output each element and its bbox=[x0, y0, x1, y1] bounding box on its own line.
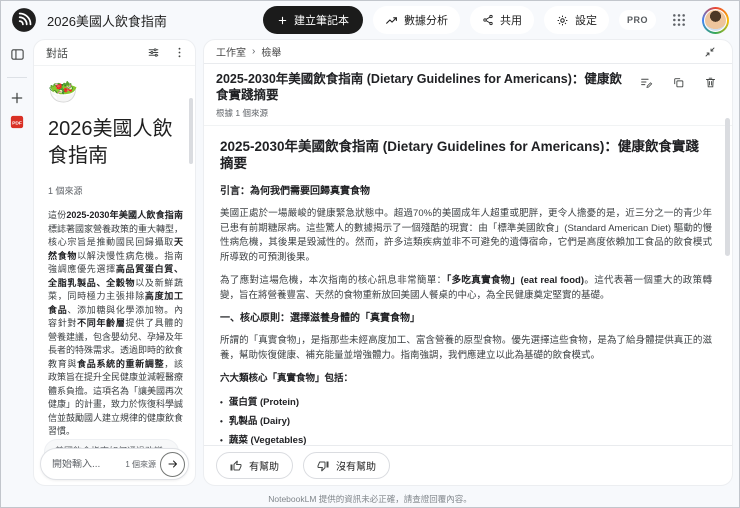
input-source-count: 1 個來源 bbox=[125, 459, 156, 469]
svg-text:PDF: PDF bbox=[12, 120, 22, 126]
not-helpful-label: 沒有幫助 bbox=[336, 462, 376, 473]
add-source-button[interactable] bbox=[9, 90, 25, 111]
notebooklm-logo-icon bbox=[11, 7, 37, 33]
share-label: 共用 bbox=[499, 15, 522, 27]
note-block-bullet: • 蔬菜 (Vegetables) bbox=[220, 434, 307, 446]
bullet-dot: • bbox=[220, 397, 223, 407]
helpful-label: 有幫助 bbox=[249, 462, 279, 473]
breadcrumb: 工作室 › 檢舉 bbox=[204, 40, 732, 64]
trending-up-icon bbox=[386, 16, 397, 24]
breadcrumb-studio[interactable]: 工作室 bbox=[216, 44, 246, 59]
chat-summary-text: 這份2025-2030年美國人飲食指南標誌著國家營養政策的重大轉型，核心宗旨是推… bbox=[48, 210, 184, 436]
note-block-p: 所謂的「真實食物」，是指那些未經高度加工、富含營養的原型食物。優先選擇這些食物，… bbox=[220, 335, 712, 361]
thumbs-down-icon bbox=[317, 461, 329, 471]
rail-divider bbox=[7, 77, 27, 78]
settings-label: 設定 bbox=[574, 15, 597, 27]
note-block-h3: 一、核心原則：選擇滋養身體的「真實食物」 bbox=[220, 313, 420, 324]
settings-button[interactable]: 設定 bbox=[543, 6, 609, 34]
send-button[interactable] bbox=[160, 451, 185, 477]
disclaimer-text: NotebookLM 提供的資訊未必正確，請查證回覆內容。 bbox=[268, 493, 472, 504]
based-on-sources: 根據 1 個來源 bbox=[216, 108, 268, 118]
share-icon bbox=[483, 14, 493, 26]
chat-input-pill: 1 個來源 bbox=[40, 448, 189, 480]
top-bar: 2026美國人飲食指南 建立筆記本 數據分析 共用 設定 PRO bbox=[1, 1, 739, 39]
share-button[interactable]: 共用 bbox=[469, 6, 534, 34]
not-helpful-button[interactable]: 沒有幫助 bbox=[303, 452, 390, 479]
analytics-button[interactable]: 數據分析 bbox=[372, 6, 460, 34]
notebooklm-window: 2026美國人飲食指南 建立筆記本 數據分析 共用 設定 PRO PDF 對話 … bbox=[0, 0, 740, 508]
convert-to-note-icon[interactable] bbox=[636, 72, 656, 92]
note-panel: 工作室 › 檢舉 2025-2030年美國飲食指南 (Dietary Guide… bbox=[203, 39, 733, 486]
chat-panel-title: 對話 bbox=[46, 47, 68, 60]
chat-scrollbar[interactable] bbox=[189, 98, 193, 164]
chat-panel-header: 對話 bbox=[34, 40, 195, 66]
kebab-menu-icon[interactable] bbox=[169, 43, 189, 63]
note-content: 2025-2030年美國飲食指南 (Dietary Guidelines for… bbox=[204, 126, 732, 445]
pro-badge: PRO bbox=[618, 10, 656, 30]
plus-icon bbox=[278, 16, 287, 24]
chat-note-title: 2026美國人飲食指南 bbox=[48, 118, 173, 167]
note-scrollbar[interactable] bbox=[725, 118, 730, 256]
disclaimer-footer: NotebookLM 提供的資訊未必正確，請查證回覆內容。 bbox=[1, 490, 739, 507]
analytics-label: 數據分析 bbox=[403, 15, 448, 27]
chevron-right-icon: › bbox=[252, 46, 256, 57]
gear-icon bbox=[557, 15, 568, 25]
collapse-panel-icon[interactable] bbox=[700, 42, 720, 62]
tune-icon[interactable] bbox=[143, 43, 163, 63]
chat-source-count: 1 個來源 bbox=[48, 186, 83, 196]
note-block-p: 六大類核心「真實食物」包括： bbox=[220, 373, 354, 384]
bullet-dot: • bbox=[220, 435, 223, 445]
breadcrumb-current: 檢舉 bbox=[261, 48, 282, 59]
chat-input[interactable] bbox=[52, 458, 122, 470]
chat-panel: 對話 🥗 2026美國人飲食指南 1 個來源 這份2025-2030年美國人飲食… bbox=[33, 39, 196, 486]
pdf-source-icon[interactable]: PDF bbox=[10, 115, 24, 134]
note-title: 2025-2030年美國飲食指南 (Dietary Guidelines for… bbox=[216, 72, 622, 102]
thumbs-up-icon bbox=[230, 460, 242, 470]
main-row: PDF 對話 🥗 2026美國人飲食指南 1 個來源 這份2025-2030年美… bbox=[1, 39, 739, 490]
chat-footer: 美國飲食指南如何通過改變... 1 個來源 bbox=[34, 427, 195, 485]
copy-icon[interactable] bbox=[668, 72, 688, 92]
user-avatar[interactable] bbox=[702, 6, 729, 34]
feedback-row: 有幫助 沒有幫助 bbox=[204, 445, 732, 485]
bullet-dot: • bbox=[220, 416, 223, 426]
note-block-p: 為了應對這場危機，本次指南的核心訊息非常簡單：「多吃真實食物」(eat real… bbox=[220, 275, 712, 301]
note-block-p: 美國正處於一場嚴峻的健康緊急狀態中。超過70%的美國成年人超重或肥胖，更令人擔憂… bbox=[220, 208, 712, 263]
apps-grid-icon[interactable] bbox=[666, 7, 692, 33]
note-emoji: 🥗 bbox=[48, 79, 78, 106]
avatar-photo bbox=[704, 8, 727, 32]
note-block-h1: 2025-2030年美國飲食指南 (Dietary Guidelines for… bbox=[220, 139, 699, 171]
note-block-bullet: • 蛋白質 (Protein) bbox=[220, 396, 300, 408]
panel-toggle-icon[interactable] bbox=[10, 47, 25, 67]
create-notebook-button[interactable]: 建立筆記本 bbox=[262, 6, 363, 34]
helpful-button[interactable]: 有幫助 bbox=[216, 452, 293, 479]
chat-body: 🥗 2026美國人飲食指南 1 個來源 這份2025-2030年美國人飲食指南標… bbox=[34, 66, 195, 485]
delete-icon[interactable] bbox=[700, 72, 720, 92]
left-rail: PDF bbox=[1, 39, 33, 486]
note-block-h3: 引言：為何我們需要回歸真實食物 bbox=[220, 186, 370, 197]
note-header: 2025-2030年美國飲食指南 (Dietary Guidelines for… bbox=[204, 64, 732, 126]
note-header-actions bbox=[636, 71, 720, 92]
create-notebook-label: 建立筆記本 bbox=[293, 15, 349, 27]
note-block-bullet: • 乳製品 (Dairy) bbox=[220, 415, 291, 427]
notebook-title: 2026美國人飲食指南 bbox=[47, 13, 167, 29]
